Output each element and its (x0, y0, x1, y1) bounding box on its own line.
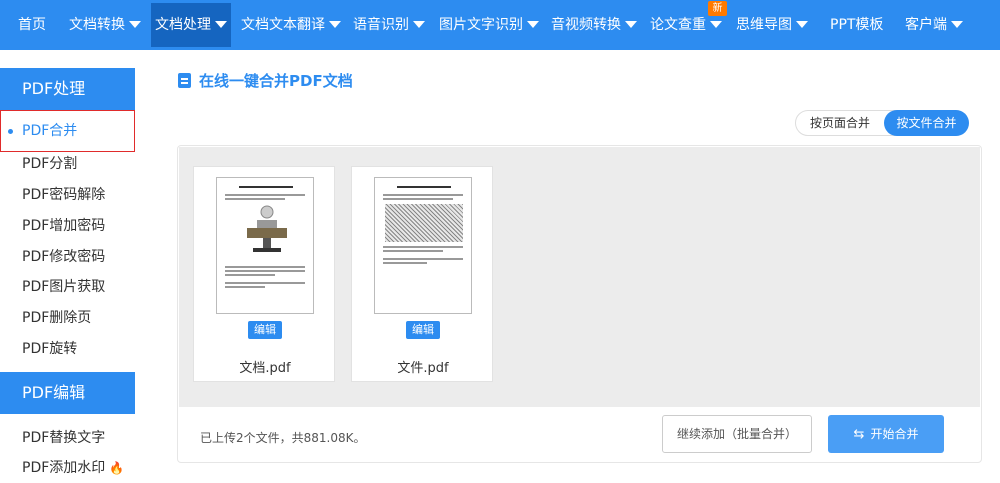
caret-down-icon (625, 21, 637, 28)
nav-client[interactable]: 客户端 (905, 0, 963, 50)
nav-doc-convert[interactable]: 文档转换 (69, 0, 141, 50)
pdf-thumbnail (374, 177, 472, 314)
merge-by-file-option[interactable]: 按文件合并 (884, 110, 969, 136)
sidebar-item-pdf-extract-images[interactable]: PDF图片获取 (0, 272, 135, 302)
merge-by-page-option[interactable]: 按页面合并 (796, 110, 884, 136)
sidebar-item-pdf-merge[interactable]: PDF合并 (0, 110, 135, 152)
nav-speech-recognition[interactable]: 语音识别 (353, 0, 425, 50)
caret-down-icon (329, 21, 341, 28)
nav-home[interactable]: 首页 (18, 0, 46, 50)
fire-icon: 🔥 (109, 461, 125, 475)
bullet-icon (8, 129, 13, 134)
file-card[interactable]: 编辑 文件.pdf (351, 166, 493, 382)
file-name: 文件.pdf (397, 361, 449, 376)
document-icon (178, 73, 191, 88)
edit-button[interactable]: 编辑 (406, 321, 440, 339)
caret-down-icon (215, 21, 227, 28)
sidebar-item-pdf-change-password[interactable]: PDF修改密码 (0, 242, 135, 272)
sidebar-section-pdf-process: PDF处理 (0, 68, 135, 110)
pdf-thumbnail (216, 177, 314, 314)
noise-figure-image (385, 204, 463, 242)
caret-down-icon (710, 21, 722, 28)
continue-add-button[interactable]: 继续添加（批量合并） (662, 415, 812, 453)
upload-status: 已上传2个文件，共881.08K。 (200, 431, 366, 445)
nav-doc-translate[interactable]: 文档文本翻译 (241, 0, 341, 50)
swap-icon: ⇆ (853, 427, 865, 442)
nav-mind-map[interactable]: 思维导图 (736, 0, 808, 50)
sidebar-item-pdf-add-password[interactable]: PDF增加密码 (0, 211, 135, 241)
sidebar-item-pdf-add-watermark[interactable]: PDF添加水印 🔥 (0, 453, 135, 483)
nav-av-convert[interactable]: 音视频转换 (551, 0, 637, 50)
caret-down-icon (129, 21, 141, 28)
file-name: 文档.pdf (239, 361, 291, 376)
start-merge-button[interactable]: ⇆ 开始合并 (828, 415, 944, 453)
sidebar-item-pdf-rotate[interactable]: PDF旋转 (0, 334, 135, 364)
sidebar-item-pdf-delete-pages[interactable]: PDF删除页 (0, 303, 135, 333)
caret-down-icon (413, 21, 425, 28)
merge-mode-toggle: 按页面合并 按文件合并 (795, 110, 969, 136)
caret-down-icon (951, 21, 963, 28)
nav-doc-process[interactable]: 文档处理 (151, 3, 231, 47)
sidebar-section-pdf-edit: PDF编辑 (0, 372, 135, 414)
nav-ppt-template[interactable]: PPT模板 (830, 0, 883, 50)
edit-button[interactable]: 编辑 (248, 321, 282, 339)
caret-down-icon (527, 21, 539, 28)
upload-panel: 编辑 文档.pdf 编辑 文件.pdf 已上传2个文件，共881.08K。 继续… (177, 145, 982, 463)
robot-figure-image (247, 205, 287, 252)
top-navigation: 首页 文档转换 文档处理 文档文本翻译 语音识别 图片文字识别 音视频转换 论文… (0, 0, 1000, 50)
nav-image-ocr[interactable]: 图片文字识别 (439, 0, 539, 50)
new-badge: 新 (708, 1, 727, 16)
sidebar-item-pdf-unlock[interactable]: PDF密码解除 (0, 180, 135, 210)
file-drop-area[interactable]: 编辑 文档.pdf 编辑 文件.pdf (179, 147, 980, 407)
file-card[interactable]: 编辑 文档.pdf (193, 166, 335, 382)
sidebar: PDF处理 PDF合并 PDF分割 PDF密码解除 PDF增加密码 PDF修改密… (0, 50, 140, 481)
sidebar-item-pdf-split[interactable]: PDF分割 (0, 149, 135, 179)
sidebar-item-pdf-replace-text[interactable]: PDF替换文字 (0, 423, 135, 453)
caret-down-icon (796, 21, 808, 28)
page-title: 在线一键合并PDF文档 (178, 70, 353, 91)
